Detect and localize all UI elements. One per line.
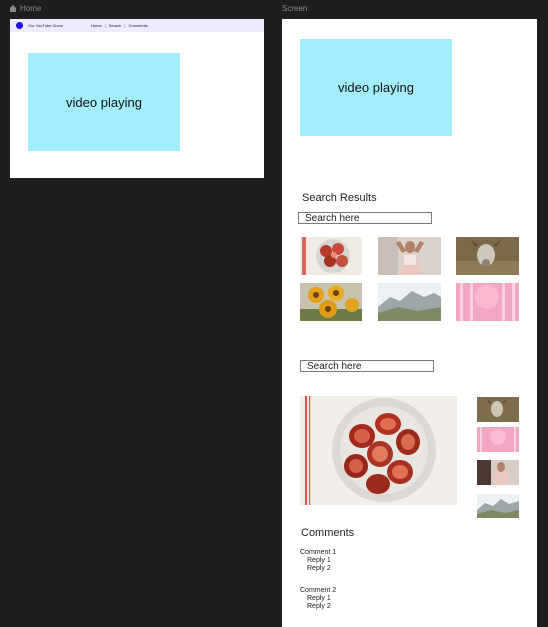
thumbnail-sunflowers[interactable] xyxy=(300,283,362,321)
nav-link-comments[interactable]: Comments xyxy=(125,22,150,29)
search-input-secondary[interactable]: Search here xyxy=(300,360,434,372)
home-icon xyxy=(10,4,16,12)
mountain-image xyxy=(378,283,441,321)
thumbnail-goat[interactable] xyxy=(456,237,519,275)
home-frame-label[interactable]: Home xyxy=(10,4,41,13)
woman-portrait-image xyxy=(378,237,441,275)
figs-image xyxy=(300,237,362,275)
search-results-title: Search Results xyxy=(302,192,377,204)
logo-icon[interactable] xyxy=(16,22,23,29)
thumbnail-figs[interactable] xyxy=(300,237,362,275)
comment-text: Comment 2 xyxy=(300,587,337,594)
side-thumbnail-pink-balloon[interactable] xyxy=(477,427,519,452)
figs-plate-image xyxy=(300,396,457,505)
brand-name: Our YouTube Clone xyxy=(28,23,63,28)
side-thumbnail-woman[interactable] xyxy=(477,460,519,485)
nav-link-home[interactable]: Home xyxy=(88,22,105,29)
thumbnail-mountain[interactable] xyxy=(378,283,441,321)
screen-video-player[interactable]: video playing xyxy=(300,39,452,136)
screen-frame: video playing Search Results Search here xyxy=(282,19,537,627)
home-frame: Our YouTube Clone Home | Search | Commen… xyxy=(10,19,264,178)
goat-image xyxy=(477,397,519,422)
comment-thread-2: Comment 2 Reply 1 Reply 2 xyxy=(300,587,336,611)
reply-text: Reply 2 xyxy=(307,603,331,610)
search-input[interactable]: Search here xyxy=(298,212,432,224)
pink-balloon-image xyxy=(477,427,519,452)
reply-text: Reply 2 xyxy=(307,565,331,572)
reply-text: Reply 1 xyxy=(307,557,331,564)
thumbnail-woman[interactable] xyxy=(378,237,441,275)
reply-text: Reply 1 xyxy=(307,595,331,602)
sunflowers-image xyxy=(300,283,362,321)
selected-video-thumbnail[interactable] xyxy=(300,396,457,505)
nav-link-search[interactable]: Search xyxy=(106,22,125,29)
side-thumbnail-goat[interactable] xyxy=(477,397,519,422)
side-thumbnail-mountain[interactable] xyxy=(477,494,519,518)
home-frame-label-text: Home xyxy=(20,4,42,13)
mountain-image xyxy=(477,494,519,518)
comment-thread-1: Comment 1 Reply 1 Reply 2 xyxy=(300,549,336,573)
woman-portrait-image xyxy=(477,460,519,485)
home-video-player[interactable]: video playing xyxy=(28,53,180,151)
video-label: video playing xyxy=(66,94,142,110)
thumbnail-pink-balloon[interactable] xyxy=(456,283,519,321)
video-label: video playing xyxy=(338,80,414,95)
goat-image xyxy=(456,237,519,275)
home-navbar: Our YouTube Clone Home | Search | Commen… xyxy=(10,19,264,32)
comment-text: Comment 1 xyxy=(300,549,337,556)
screen-frame-label-text: Screen xyxy=(282,4,308,13)
screen-frame-label[interactable]: Screen xyxy=(282,4,307,13)
comments-title: Comments xyxy=(301,527,355,539)
nav-links: Home | Search | Comments xyxy=(88,22,151,29)
pink-balloon-image xyxy=(456,283,519,321)
